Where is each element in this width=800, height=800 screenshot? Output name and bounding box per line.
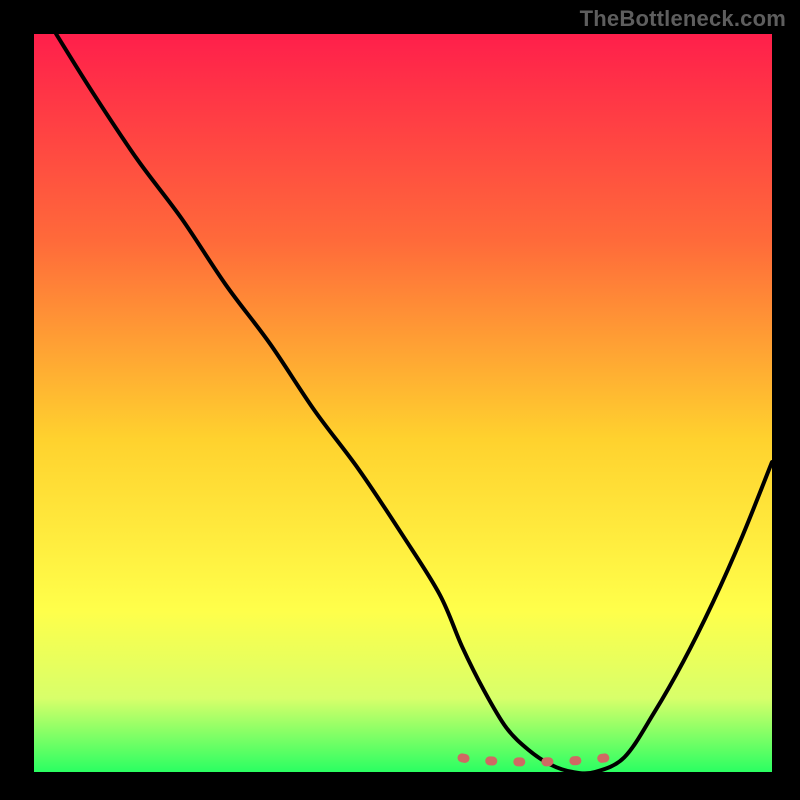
watermark-text: TheBottleneck.com <box>580 6 786 32</box>
frame-right <box>772 0 800 800</box>
frame-left <box>0 0 34 800</box>
chart-stage: TheBottleneck.com <box>0 0 800 800</box>
heat-gradient-area <box>34 34 772 772</box>
chart-svg <box>0 0 800 800</box>
frame-bottom <box>0 772 800 800</box>
